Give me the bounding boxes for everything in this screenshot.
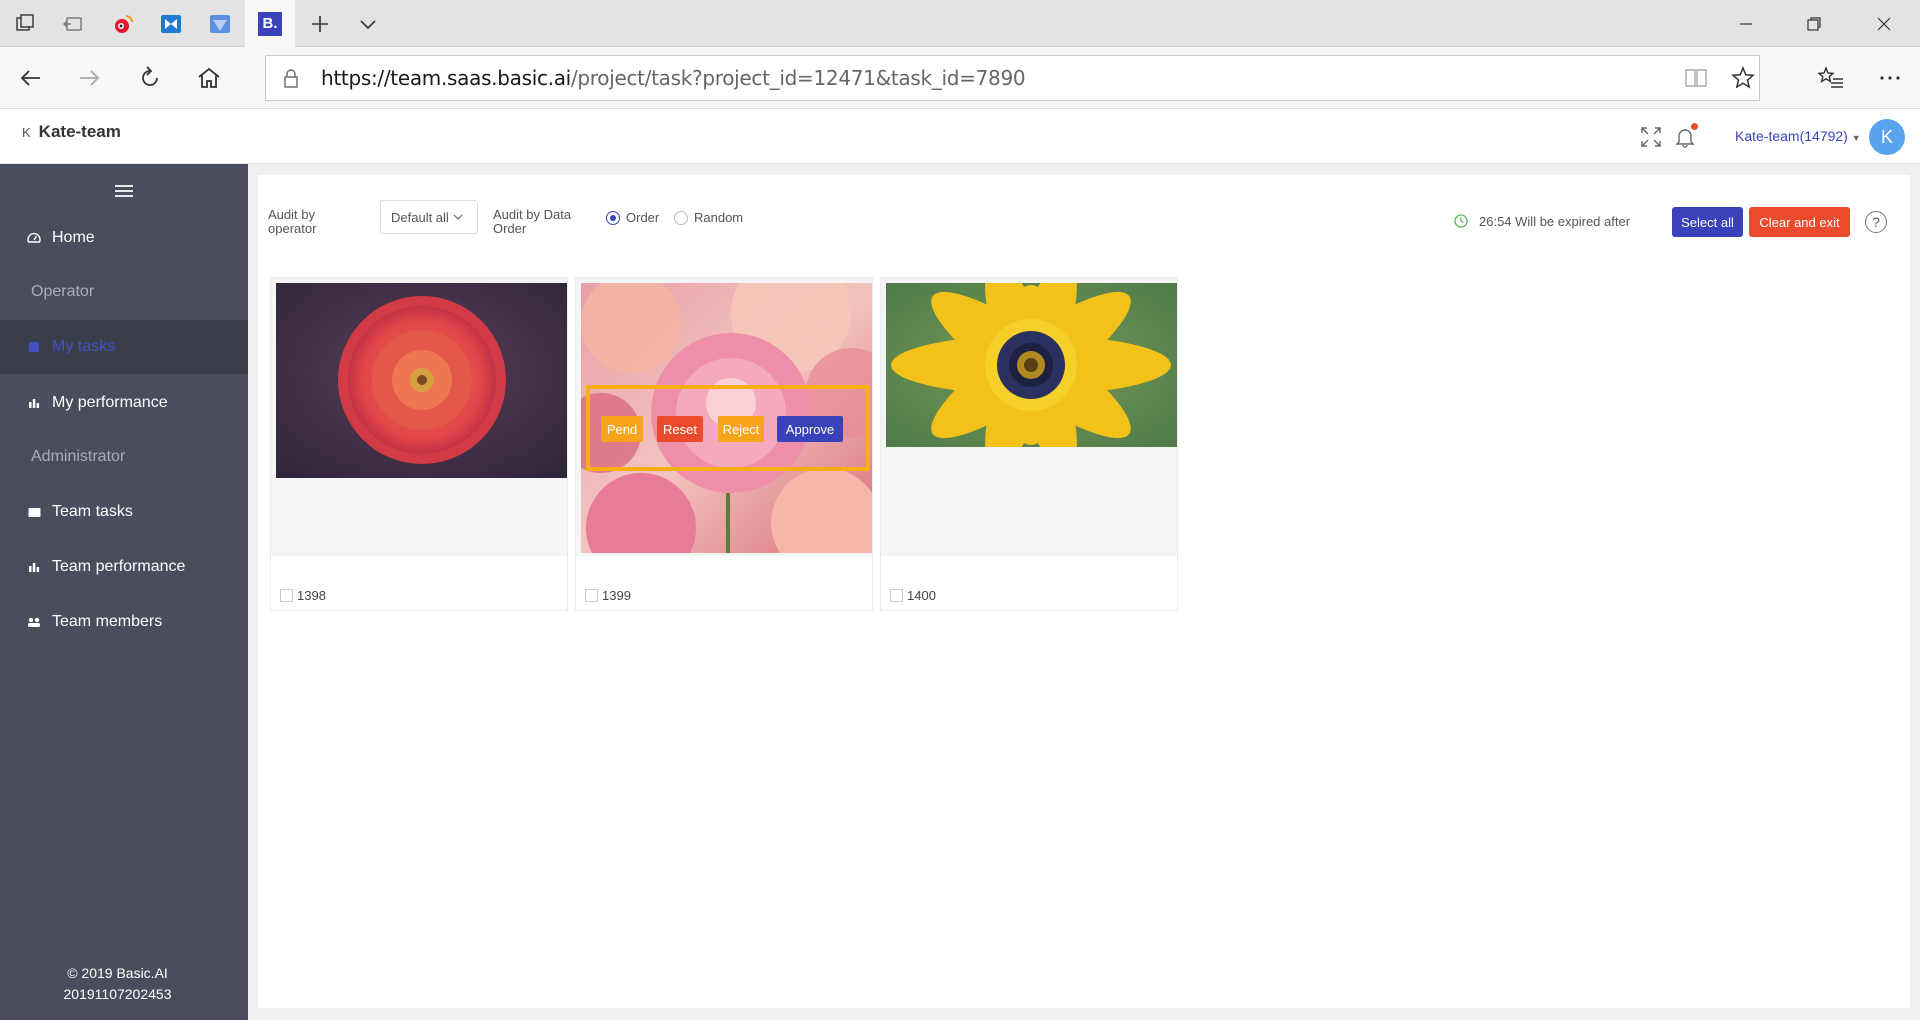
tab-actions-icon[interactable] xyxy=(0,0,50,47)
image-area xyxy=(881,278,1177,556)
expiry-timer: 26:54 Will be expired after xyxy=(1453,213,1630,229)
dashboard-icon xyxy=(26,231,42,245)
weibo-tab-icon[interactable] xyxy=(98,0,148,47)
card-id: 1399 xyxy=(602,588,631,603)
sidebar-item-team-performance[interactable]: Team performance xyxy=(0,540,248,594)
set-aside-tabs-icon[interactable] xyxy=(48,0,98,47)
minimize-icon[interactable] xyxy=(1712,0,1780,47)
card-select-row[interactable]: 1400 xyxy=(890,588,936,603)
clear-and-exit-button[interactable]: Clear and exit xyxy=(1749,207,1850,237)
tab-list-chevron-icon[interactable] xyxy=(343,0,393,47)
sidebar-group-operator: Operator xyxy=(31,283,95,300)
app-tab-icon[interactable] xyxy=(146,0,196,47)
image-area xyxy=(271,278,567,556)
task-image[interactable] xyxy=(276,283,567,478)
task-card[interactable]: Pend Reset Reject Approve 1399 xyxy=(575,277,873,611)
card-select-row[interactable]: 1398 xyxy=(280,588,326,603)
notification-bell-icon[interactable] xyxy=(1671,123,1699,151)
url-input[interactable]: https://team.saas.basic.ai/project/task?… xyxy=(265,55,1760,101)
sidebar-item-label: My performance xyxy=(52,394,168,411)
sidebar-group-administrator: Administrator xyxy=(31,448,126,465)
card-checkbox[interactable] xyxy=(280,589,293,602)
sidebar-item-label: Team tasks xyxy=(52,503,133,520)
browser-address-bar: https://team.saas.basic.ai/project/task?… xyxy=(0,47,1920,109)
clock-icon xyxy=(1454,214,1468,228)
team-account-dropdown[interactable]: Kate-team(14792) ▼ xyxy=(1735,128,1861,144)
sidebar-item-label: Home xyxy=(52,229,95,246)
sidebar-item-my-performance[interactable]: My performance xyxy=(0,376,248,430)
help-icon[interactable]: ? xyxy=(1865,211,1887,233)
back-icon[interactable] xyxy=(8,55,54,101)
timer-text: 26:54 Will be expired after xyxy=(1479,213,1631,229)
lock-icon xyxy=(282,68,300,93)
operator-select[interactable]: Default all xyxy=(380,200,478,234)
card-checkbox[interactable] xyxy=(890,589,903,602)
select-all-button[interactable]: Select all xyxy=(1672,207,1743,237)
operator-select-value: Default all xyxy=(391,209,449,225)
sidebar-item-label: Team performance xyxy=(52,558,186,575)
sidebar-item-team-tasks[interactable]: Team tasks xyxy=(0,485,248,539)
pend-button[interactable]: Pend xyxy=(601,416,643,442)
basic-ai-logo: B. xyxy=(258,11,282,36)
forward-icon[interactable] xyxy=(66,55,112,101)
app-header: K Kate-team Kate-team(14792) ▼ K xyxy=(0,109,1920,164)
team-members-icon xyxy=(26,616,42,628)
favorite-star-icon[interactable] xyxy=(1731,66,1755,95)
home-icon[interactable] xyxy=(186,55,232,101)
reset-button[interactable]: Reset xyxy=(657,416,703,442)
brand-mark: K xyxy=(22,125,31,140)
sidebar-item-team-members[interactable]: Team members xyxy=(0,595,248,649)
card-select-row[interactable]: 1399 xyxy=(585,588,631,603)
avatar[interactable]: K xyxy=(1869,119,1905,155)
main-panel: Audit by operator Default all Audit by D… xyxy=(258,175,1910,1008)
tasks-icon xyxy=(26,341,42,353)
audit-by-operator-label: Audit by operator xyxy=(268,207,317,236)
card-checkbox[interactable] xyxy=(585,589,598,602)
basic-ai-tab-icon[interactable]: B. xyxy=(245,0,295,47)
sidebar-item-label: My tasks xyxy=(52,338,116,355)
task-image[interactable] xyxy=(886,283,1177,447)
radio-order-label: Order xyxy=(626,210,660,225)
audit-by-data-order-label: Audit by Data Order xyxy=(493,207,572,236)
task-card[interactable]: 1398 xyxy=(270,277,568,611)
url-text: https://team.saas.basic.ai/project/task?… xyxy=(321,66,1026,90)
brand[interactable]: K Kate-team xyxy=(22,122,121,142)
restore-icon[interactable] xyxy=(1780,0,1848,47)
approve-button[interactable]: Approve xyxy=(777,416,843,442)
more-menu-icon[interactable] xyxy=(1867,55,1913,101)
reject-button[interactable]: Reject xyxy=(718,416,764,442)
card-id: 1398 xyxy=(297,588,326,603)
sidebar-item-label: Team members xyxy=(52,613,163,630)
brand-name: Kate-team xyxy=(38,122,121,141)
sidebar-item-home[interactable]: Home xyxy=(0,211,248,265)
bar-chart-icon xyxy=(26,561,42,573)
copyright-text: © 2019 Basic.AI xyxy=(67,965,168,981)
fullscreen-icon[interactable] xyxy=(1637,123,1665,151)
browser-tab-strip: B. xyxy=(0,0,1920,47)
notification-dot xyxy=(1691,123,1698,130)
favorites-list-icon[interactable] xyxy=(1808,55,1854,101)
bar-chart-icon xyxy=(26,397,42,409)
radio-unselected-icon xyxy=(674,210,688,225)
menu-toggle-icon[interactable] xyxy=(110,180,138,202)
audit-action-overlay: Pend Reset Reject Approve xyxy=(586,385,870,471)
reading-view-icon[interactable] xyxy=(1684,67,1708,94)
image-area: Pend Reset Reject Approve xyxy=(576,278,872,556)
caret-down-icon: ▼ xyxy=(1851,133,1861,143)
close-window-icon[interactable] xyxy=(1850,0,1918,47)
sidebar: Home Operator My tasks My performance Ad… xyxy=(0,164,248,1020)
radio-selected-icon xyxy=(606,210,620,225)
build-number: 20191107202453 xyxy=(63,986,172,1002)
app-tab-icon[interactable] xyxy=(195,0,245,47)
card-id: 1400 xyxy=(907,588,936,603)
chevron-down-icon xyxy=(453,214,463,220)
folder-icon xyxy=(26,506,42,518)
refresh-icon[interactable] xyxy=(127,55,173,101)
radio-order[interactable]: Order xyxy=(606,210,659,225)
radio-random[interactable]: Random xyxy=(674,210,743,225)
sidebar-item-my-tasks[interactable]: My tasks xyxy=(0,320,248,374)
radio-random-label: Random xyxy=(694,210,744,225)
new-tab-icon[interactable] xyxy=(295,0,345,47)
task-card[interactable]: 1400 xyxy=(880,277,1178,611)
